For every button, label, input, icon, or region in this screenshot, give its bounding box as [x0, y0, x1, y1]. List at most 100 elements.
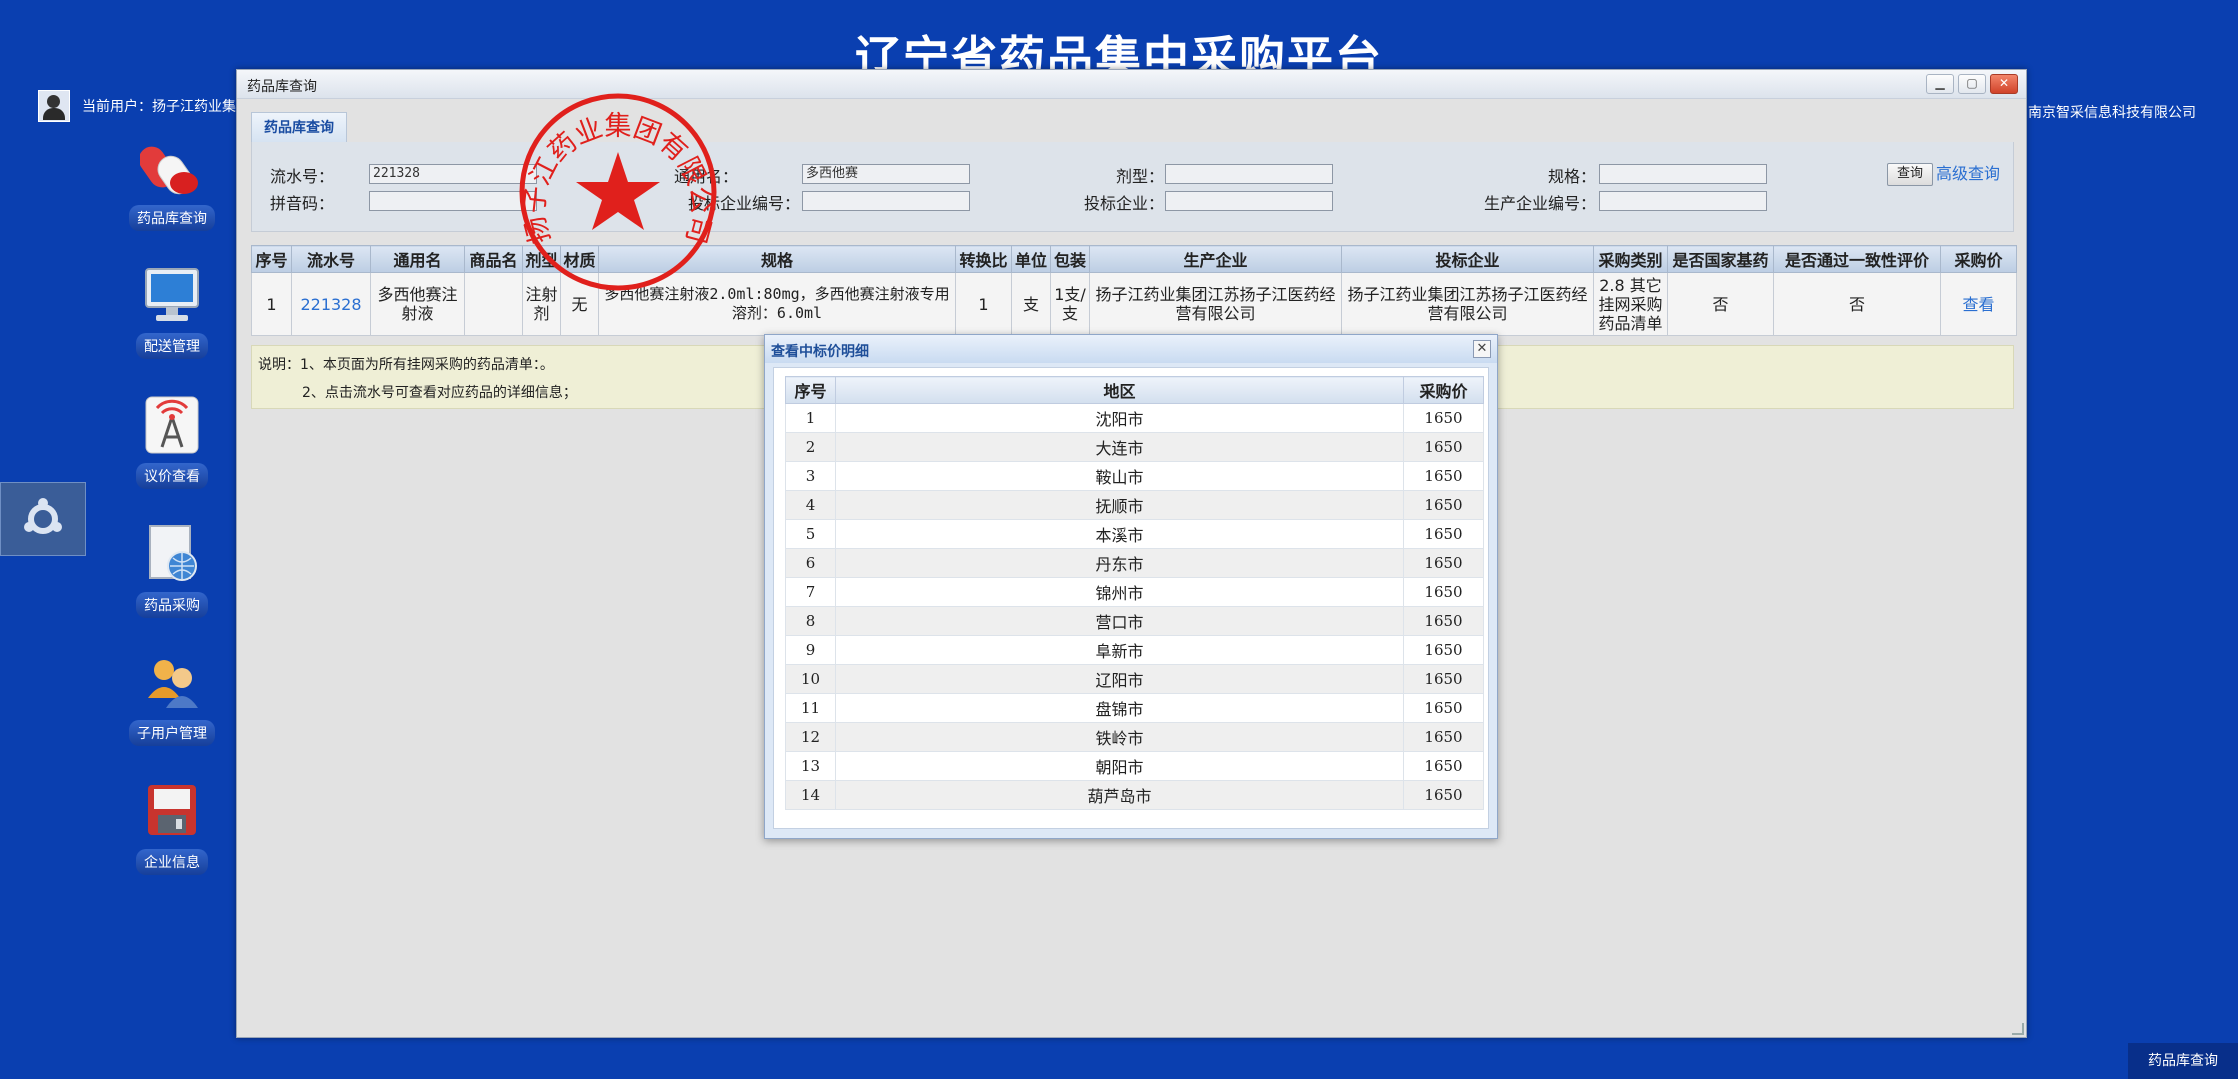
view-price-link[interactable]: 查看	[1940, 272, 2017, 336]
column-header: 是否通过一致性评价	[1773, 245, 1941, 273]
dialog-title: 查看中标价明细	[771, 344, 869, 360]
maximize-icon[interactable]: ▢	[1958, 74, 1986, 94]
nav-drug-query[interactable]: 药品库查询	[120, 135, 224, 231]
column-header: 序号	[785, 376, 836, 404]
dialog-titlebar[interactable]: 查看中标价明细 ✕	[765, 335, 1497, 363]
resize-grip-icon[interactable]	[2012, 1023, 2024, 1035]
settings-gear-icon[interactable]	[0, 482, 86, 556]
dialog-body: 序号 地区 采购价 1 沈阳市 1650 2 大连市 1650 3 鞍山市 1650 4 抚顺…	[773, 367, 1489, 829]
users-icon	[140, 650, 204, 714]
cell-index: 12	[785, 722, 836, 752]
nav-label: 配送管理	[136, 333, 208, 359]
column-header: 采购价	[1940, 245, 2017, 273]
table-row: 6 丹东市 1650	[785, 548, 1484, 578]
note-line-2: 2、点击流水号可查看对应药品的详细信息；	[302, 385, 577, 401]
taskbar-tab-drug-library[interactable]: 药品库查询	[2128, 1043, 2238, 1079]
table-row: 5 本溪市 1650	[785, 519, 1484, 549]
cell-region: 葫芦岛市	[835, 780, 1404, 810]
cell-index: 11	[785, 693, 836, 723]
cell-price: 1650	[1403, 693, 1484, 723]
nav-label: 议价查看	[136, 463, 208, 489]
cell-index: 8	[785, 606, 836, 636]
cell-manufacturer: 扬子江药业集团江苏扬子江医药经营有限公司	[1089, 272, 1342, 336]
table-header-row: 序号 地区 采购价	[785, 376, 1484, 404]
nav-company-info[interactable]: 企业信息	[120, 779, 224, 875]
column-header: 转换比	[955, 245, 1012, 273]
dosage-form-input[interactable]	[1165, 164, 1333, 184]
column-header: 单位	[1011, 245, 1051, 273]
cell-index: 2	[785, 432, 836, 462]
cell-price: 1650	[1403, 548, 1484, 578]
cell-index: 3	[785, 461, 836, 491]
cell-price: 1650	[1403, 780, 1484, 810]
user-avatar-icon	[38, 90, 70, 122]
spec-input[interactable]	[1599, 164, 1767, 184]
column-header: 采购价	[1403, 376, 1484, 404]
column-header: 地区	[835, 376, 1404, 404]
dosage-form-label: 剂型：	[1115, 167, 1164, 186]
serial-number-link[interactable]: 221328	[291, 272, 371, 336]
cell-conversion-ratio: 1	[955, 272, 1012, 336]
cell-region: 铁岭市	[835, 722, 1404, 752]
cell-index: 10	[785, 664, 836, 694]
cell-index: 5	[785, 519, 836, 549]
minimize-icon[interactable]: ▁	[1926, 74, 1954, 94]
nav-label: 企业信息	[136, 849, 208, 875]
cell-national-essential: 否	[1667, 272, 1774, 336]
cell-region: 鞍山市	[835, 461, 1404, 491]
bid-company-code-input[interactable]	[802, 191, 970, 211]
serial-input[interactable]	[369, 164, 537, 184]
price-table: 序号 地区 采购价 1 沈阳市 1650 2 大连市 1650 3 鞍山市 1650 4 抚顺…	[785, 376, 1484, 810]
nav-label: 药品库查询	[129, 205, 215, 231]
dialog-close-icon[interactable]: ✕	[1473, 340, 1491, 358]
table-row: 1 沈阳市 1650	[785, 403, 1484, 433]
pinyin-input[interactable]	[369, 191, 537, 211]
maker-code-input[interactable]	[1599, 191, 1767, 211]
cell-index: 1	[251, 272, 292, 336]
cell-price: 1650	[1403, 664, 1484, 694]
monitor-icon	[140, 263, 204, 327]
serial-label: 流水号：	[269, 167, 334, 186]
tab-drug-library[interactable]: 药品库查询	[251, 112, 347, 142]
nav-delivery-management[interactable]: 配送管理	[120, 263, 224, 359]
cell-region: 本溪市	[835, 519, 1404, 549]
column-header: 采购类别	[1593, 245, 1668, 273]
cell-price: 1650	[1403, 490, 1484, 520]
column-header: 生产企业	[1089, 245, 1342, 273]
current-user-label: 当前用户：扬子江药业集	[82, 99, 236, 115]
table-row: 4 抚顺市 1650	[785, 490, 1484, 520]
cell-index: 13	[785, 751, 836, 781]
window-titlebar[interactable]: 药品库查询 ▁ ▢ ✕	[237, 70, 2026, 99]
cell-price: 1650	[1403, 635, 1484, 665]
table-row: 14 葫芦岛市 1650	[785, 780, 1484, 810]
cell-price: 1650	[1403, 722, 1484, 752]
cell-index: 4	[785, 490, 836, 520]
nav-drug-purchase[interactable]: 药品采购	[120, 522, 224, 618]
column-header: 序号	[251, 245, 292, 273]
column-header: 是否国家基药	[1667, 245, 1774, 273]
advanced-query-link[interactable]: 高级查询	[1936, 164, 2000, 184]
table-row: 12 铁岭市 1650	[785, 722, 1484, 752]
nav-subuser-management[interactable]: 子用户管理	[120, 650, 224, 746]
window-title: 药品库查询	[247, 79, 317, 95]
bid-company-input[interactable]	[1165, 191, 1333, 211]
generic-name-input[interactable]	[802, 164, 970, 184]
cell-price: 1650	[1403, 461, 1484, 491]
close-icon[interactable]: ✕	[1990, 74, 2018, 94]
pills-icon	[138, 135, 204, 199]
vendor-name: 南京智采信息科技有限公司	[2028, 105, 2196, 121]
cell-index: 7	[785, 577, 836, 607]
cell-region: 沈阳市	[835, 403, 1404, 433]
spec-label: 规格：	[1547, 167, 1596, 186]
nav-price-negotiation[interactable]: 议价查看	[120, 393, 224, 489]
table-row: 13 朝阳市 1650	[785, 751, 1484, 781]
nav-label: 子用户管理	[129, 720, 215, 746]
cell-index: 1	[785, 403, 836, 433]
cell-unit: 支	[1011, 272, 1051, 336]
column-header: 包装	[1050, 245, 1090, 273]
cell-purchase-category: 2.8 其它挂网采购药品清单	[1593, 272, 1668, 336]
table-row: 8 营口市 1650	[785, 606, 1484, 636]
cell-region: 营口市	[835, 606, 1404, 636]
column-header: 通用名	[370, 245, 465, 273]
query-button[interactable]: 查询	[1887, 163, 1933, 186]
